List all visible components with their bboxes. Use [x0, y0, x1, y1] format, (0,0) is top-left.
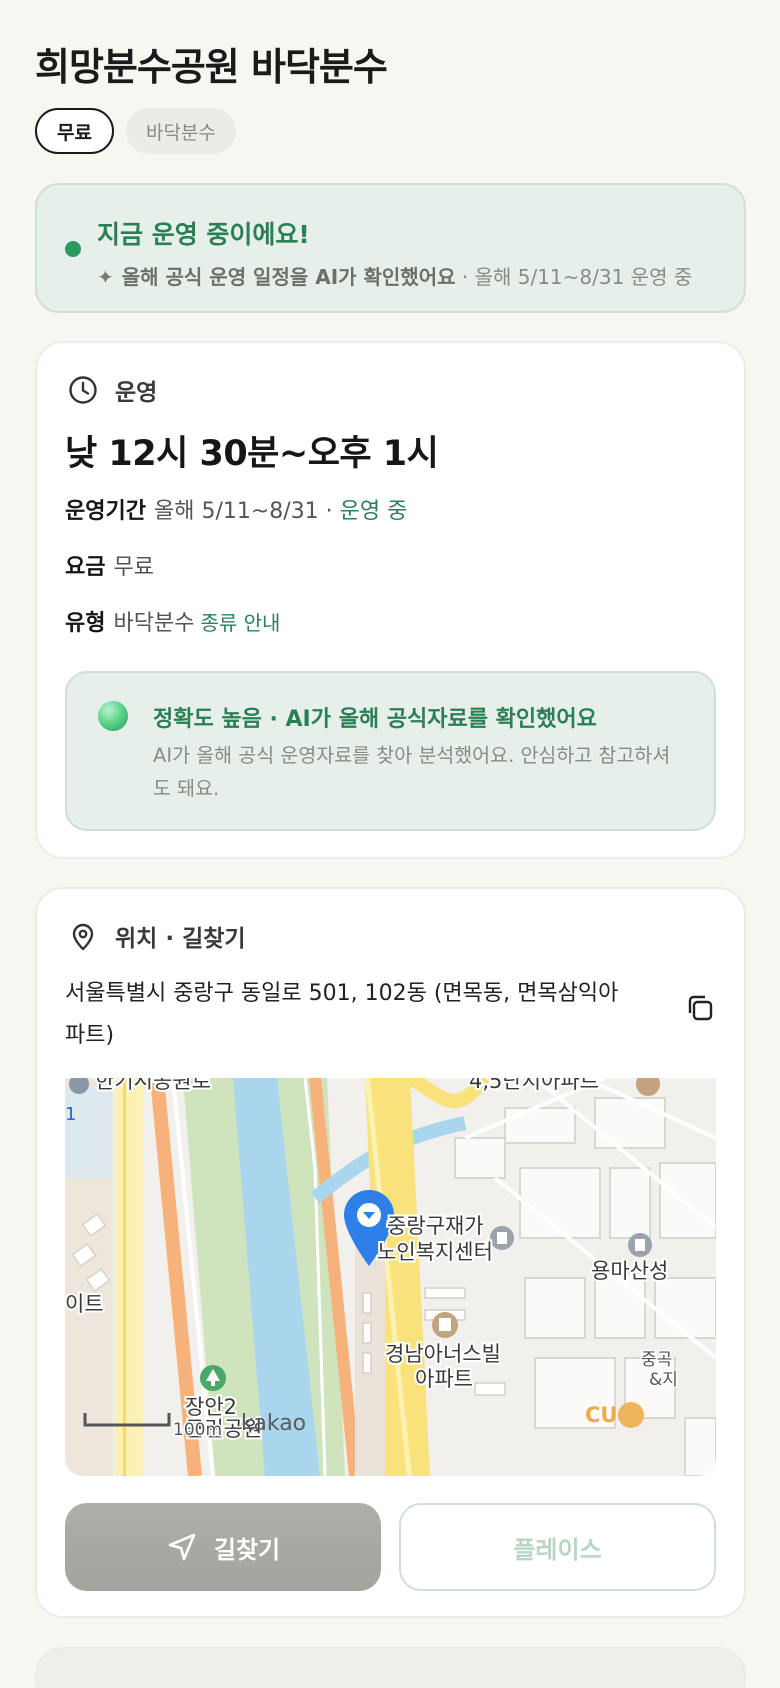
- clock-icon: [69, 376, 97, 404]
- hours-section-header: 운영: [67, 373, 157, 407]
- ai-orb-icon: [98, 701, 128, 731]
- type-guide-link[interactable]: 종류 안내: [200, 611, 280, 635]
- fee-row: 요금 무료: [65, 549, 154, 581]
- location-map[interactable]: 한기시공원로 4,5단지아파트 이트 중랑구재가 노인복지센터 용마산성 경남아…: [65, 1078, 716, 1476]
- status-sub-strong: 올해 공식 운영 일정을 AI가 확인했어요: [121, 265, 456, 289]
- location-card: 위치 · 길찾기 서울특별시 중랑구 동일로 501, 102동 (면목동, 면…: [35, 887, 746, 1618]
- sparkle-icon: ✦: [97, 265, 114, 289]
- type-value: 바닥분수: [113, 611, 195, 636]
- map-scale-label: 100m: [173, 1420, 222, 1440]
- period-key: 운영기간: [65, 499, 146, 524]
- period-row: 운영기간 올해 5/11~8/31 · 운영 중: [65, 493, 407, 525]
- hours-card: 운영 낮 12시 30분~오후 1시 운영기간 올해 5/11~8/31 · 운영…: [35, 341, 746, 859]
- map-label-top-left: 한기시공원로: [95, 1078, 211, 1093]
- copy-icon: [688, 995, 713, 1021]
- hours-section-label: 운영: [115, 380, 158, 406]
- map-label-right-poi: 용마산성: [591, 1259, 668, 1283]
- place-label: 플레이스: [513, 1535, 602, 1564]
- map-brand: kakao: [241, 1411, 306, 1436]
- status-subtitle: ✦ 올해 공식 운영 일정을 AI가 확인했어요 · 올해 5/11~8/31 운…: [97, 261, 757, 290]
- directions-label: 길찾기: [213, 1535, 281, 1564]
- period-status: 운영 중: [339, 499, 408, 524]
- page-title: 희망분수공원 바닥분수: [35, 45, 388, 89]
- page: 희망분수공원 바닥분수 무료 바닥분수 지금 운영 중이에요! ✦ 올해 공식 운…: [0, 0, 780, 1688]
- map-label-top-right: 4,5단지아파트: [469, 1078, 599, 1093]
- map-label-store: CU: [585, 1403, 617, 1427]
- map-label-poi-1: 중랑구재가: [387, 1214, 484, 1238]
- status-title: 지금 운영 중이에요!: [97, 220, 310, 249]
- map-pin-icon: [72, 923, 94, 951]
- location-section-header: 위치 · 길찾기: [67, 919, 246, 953]
- map-label-right-small-2: &지: [649, 1370, 678, 1390]
- location-section-label: 위치 · 길찾기: [115, 926, 246, 952]
- map-label-left-edge: 이트: [65, 1292, 104, 1316]
- accuracy-description: AI가 올해 공식 운영자료를 찾아 분석했어요. 안심하고 참고하셔도 돼요.: [153, 744, 671, 800]
- map-label-apt-2: 아파트: [415, 1367, 473, 1391]
- fee-key: 요금: [65, 555, 106, 580]
- type-row: 유형 바닥분수 종류 안내: [65, 605, 280, 637]
- status-sub-rest: · 올해 5/11~8/31 운영 중: [455, 265, 693, 289]
- period-value: 올해 5/11~8/31 ·: [153, 499, 340, 524]
- map-label-park-1: 장안2: [185, 1395, 237, 1419]
- fee-value: 무료: [113, 555, 154, 580]
- map-canvas: 한기시공원로 4,5단지아파트 이트 중랑구재가 노인복지센터 용마산성 경남아…: [65, 1078, 716, 1476]
- accuracy-title: 정확도 높음 · AI가 올해 공식자료를 확인했어요: [153, 707, 597, 732]
- directions-button[interactable]: 길찾기: [65, 1503, 381, 1591]
- address-text: 서울특별시 중랑구 동일로 501, 102동 (면목동, 면목삼익아파트): [65, 981, 619, 1048]
- next-card-peek: [35, 1647, 746, 1688]
- operating-hours: 낮 12시 30분~오후 1시: [65, 434, 439, 474]
- green-dot-icon: [65, 241, 81, 257]
- chip-fee[interactable]: 무료: [35, 108, 114, 154]
- accuracy-notice: 정확도 높음 · AI가 올해 공식자료를 확인했어요 AI가 올해 공식 운영…: [65, 671, 716, 831]
- type-key: 유형: [65, 611, 106, 636]
- map-label-right-small-1: 중곡: [641, 1350, 672, 1370]
- map-left-link: 1: [65, 1104, 76, 1125]
- chip-type[interactable]: 바닥분수: [125, 108, 236, 154]
- map-label-apt-1: 경남아너스빌: [385, 1342, 501, 1366]
- operating-status-banner: 지금 운영 중이에요! ✦ 올해 공식 운영 일정을 AI가 확인했어요 · 올해…: [35, 183, 746, 313]
- map-label-poi-2: 노인복지센터: [377, 1240, 493, 1264]
- navigation-arrow-icon: [168, 1533, 196, 1561]
- map-left-road: [115, 1078, 143, 1476]
- copy-address-button[interactable]: [683, 991, 717, 1025]
- tag-chips: 무료 바닥분수: [35, 108, 236, 154]
- place-button[interactable]: 플레이스: [399, 1503, 716, 1591]
